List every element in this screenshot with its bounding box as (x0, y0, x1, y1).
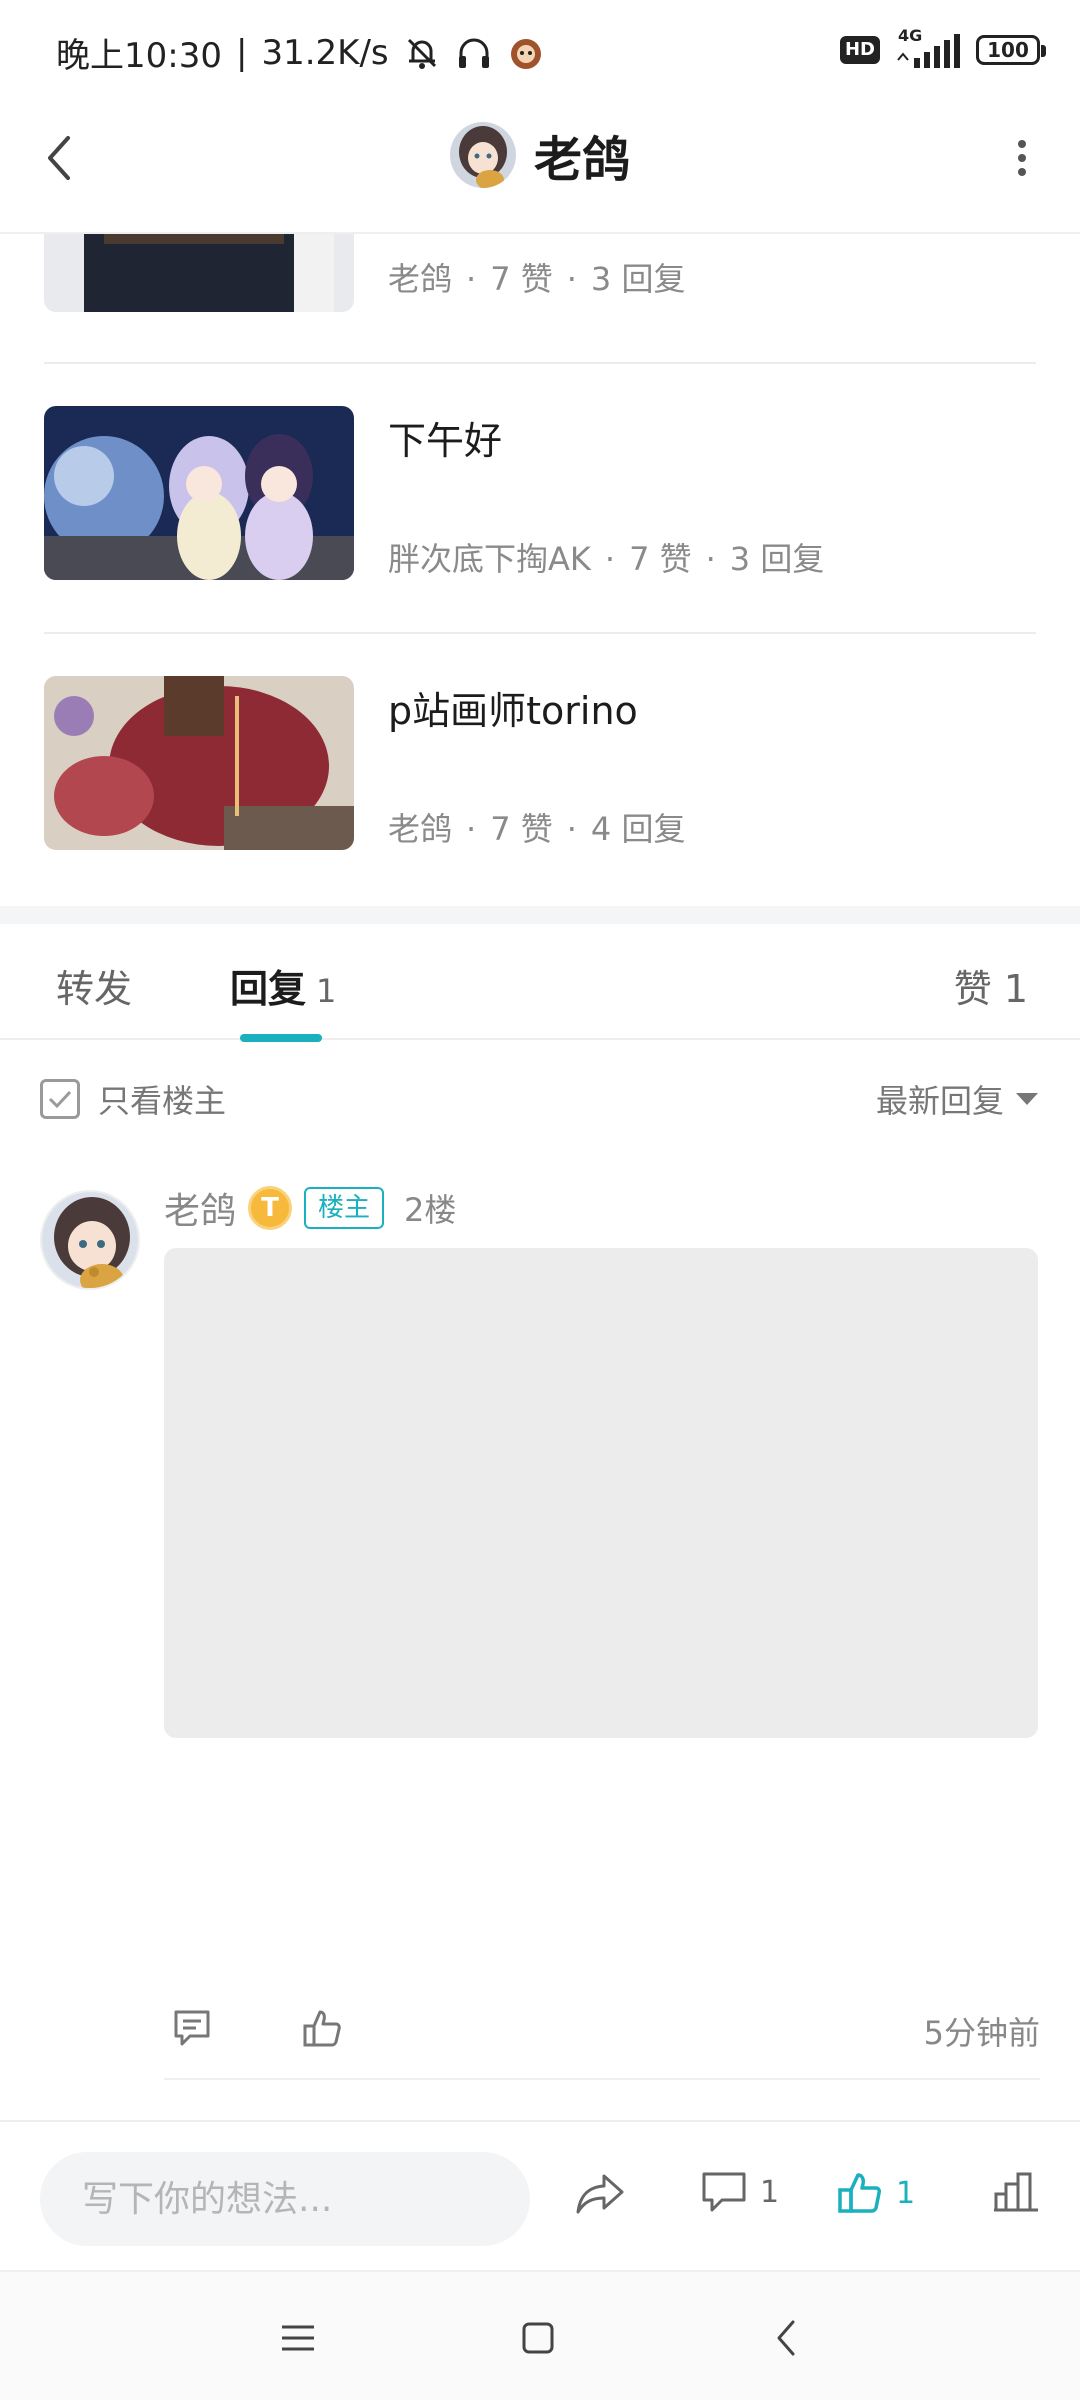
like-count: 1 (896, 2175, 916, 2211)
post-title: 下午好 (388, 419, 503, 463)
reply-author[interactable]: 老鸽 (164, 1182, 236, 1234)
post-meta: 胖次底下掏AK · 7 赞 · 3 回复 (388, 540, 825, 578)
app-notification-icon (507, 34, 545, 72)
more-options-button[interactable] (992, 128, 1052, 188)
signal-icon: 4G (894, 26, 962, 70)
list-item[interactable]: 老鸽 · 7 赞 · 3 回复 (44, 234, 1036, 364)
floor-number: 2楼 (404, 1191, 457, 1229)
check-icon (48, 1090, 72, 1109)
headphones-icon (455, 34, 493, 72)
post-replies: 3 回复 (729, 540, 825, 578)
share-arrow-icon (576, 2174, 624, 2214)
reply-header: 老鸽 T 楼主 2楼 (164, 1182, 456, 1234)
more-vertical-icon (1018, 140, 1026, 176)
hd-badge: HD (839, 36, 880, 64)
post-meta: 老鸽 · 7 赞 · 3 回复 (388, 260, 686, 298)
stats-button[interactable] (992, 2170, 1040, 2214)
only-op-toggle[interactable]: 只看楼主 (40, 1076, 226, 1122)
post-likes: 7 赞 (490, 810, 553, 848)
page-title: 老鸽 (533, 132, 630, 188)
top-app-bar: 老鸽 (0, 100, 1080, 234)
post-author: 老鸽 (388, 810, 453, 848)
post-meta: 老鸽 · 7 赞 · 4 回复 (388, 810, 686, 848)
list-item[interactable]: 下午好 胖次底下掏AK · 7 赞 · 3 回复 (44, 406, 1036, 586)
level-badge: T (248, 1186, 293, 1230)
status-left: 晚上10:30 | 31.2K/s (56, 28, 545, 77)
caret-down-icon (1016, 1093, 1038, 1105)
comment-count-button[interactable]: 1 (700, 2170, 779, 2214)
share-button[interactable] (574, 2170, 628, 2216)
reply-like-button[interactable] (294, 2000, 350, 2056)
battery-indicator: 100 (976, 35, 1046, 65)
bar-chart-icon (994, 2172, 1038, 2212)
post-replies: 3 回复 (590, 260, 686, 298)
nav-back-button[interactable] (756, 2308, 816, 2368)
post-author: 老鸽 (388, 260, 453, 298)
section-divider (0, 906, 1080, 924)
post-title: p站画师torino (388, 689, 638, 733)
post-author: 胖次底下掏AK (388, 540, 591, 578)
tab-reply-count: 1 (316, 972, 337, 1010)
reply-filter-bar: 只看楼主 最新回复 (0, 1040, 1080, 1156)
tab-repost[interactable]: 转发 (56, 958, 132, 1013)
op-badge: 楼主 (304, 1187, 385, 1229)
post-thumbnail (44, 406, 354, 580)
only-op-label: 只看楼主 (98, 1082, 227, 1120)
comment-input[interactable] (40, 2152, 530, 2246)
divider (44, 362, 1036, 364)
status-speed: 31.2K/s (261, 32, 389, 73)
chevron-left-icon (777, 2320, 795, 2356)
reply-timestamp: 5分钟前 (923, 2014, 1040, 2052)
divider (44, 632, 1036, 634)
nav-menu-button[interactable] (268, 2308, 328, 2368)
list-item[interactable]: p站画师torino 老鸽 · 7 赞 · 4 回复 (44, 676, 1036, 856)
status-right: HD 4G 100 (839, 26, 1046, 70)
reply-actions: 5分钟前 (164, 2000, 1040, 2080)
status-separator: | (235, 32, 248, 73)
home-square-icon (522, 2322, 554, 2354)
thumbs-up-icon (838, 2173, 881, 2213)
comment-count: 1 (760, 2174, 780, 2210)
interaction-tabs: 转发 回复 1 赞 1 (0, 924, 1080, 1042)
bottom-action-bar: 1 1 (0, 2120, 1080, 2270)
header-user[interactable]: 老鸽 (0, 120, 1080, 190)
comment-icon (702, 2172, 746, 2212)
post-likes: 7 赞 (629, 540, 692, 578)
comment-icon (174, 2010, 210, 2046)
tab-reply[interactable]: 回复 1 (230, 958, 336, 1013)
status-bar: 晚上10:30 | 31.2K/s HD 4G 100 (0, 0, 1080, 100)
post-likes: 7 赞 (490, 260, 553, 298)
bell-off-icon (403, 34, 441, 72)
reply-comment-button[interactable] (164, 2000, 220, 2056)
status-time: 晚上10:30 (56, 36, 222, 76)
system-nav-bar (0, 2270, 1080, 2400)
reply-image-placeholder[interactable] (164, 1248, 1038, 1738)
reply-item: 老鸽 T 楼主 2楼 5分钟前 (0, 1160, 1080, 2080)
post-thumbnail (44, 676, 354, 850)
post-thumbnail (44, 234, 354, 312)
only-op-checkbox[interactable] (40, 1079, 80, 1119)
like-count-button[interactable]: 1 (836, 2170, 915, 2216)
avatar[interactable] (40, 1190, 140, 1290)
nav-home-button[interactable] (508, 2308, 568, 2368)
sort-label: 最新回复 (875, 1082, 1004, 1120)
sort-dropdown[interactable]: 最新回复 (876, 1076, 1038, 1122)
avatar[interactable] (449, 122, 516, 188)
thumbs-up-icon (303, 2010, 341, 2047)
post-replies: 4 回复 (590, 810, 686, 848)
menu-icon (282, 2325, 314, 2351)
tab-like[interactable]: 赞 1 (954, 958, 1028, 1013)
